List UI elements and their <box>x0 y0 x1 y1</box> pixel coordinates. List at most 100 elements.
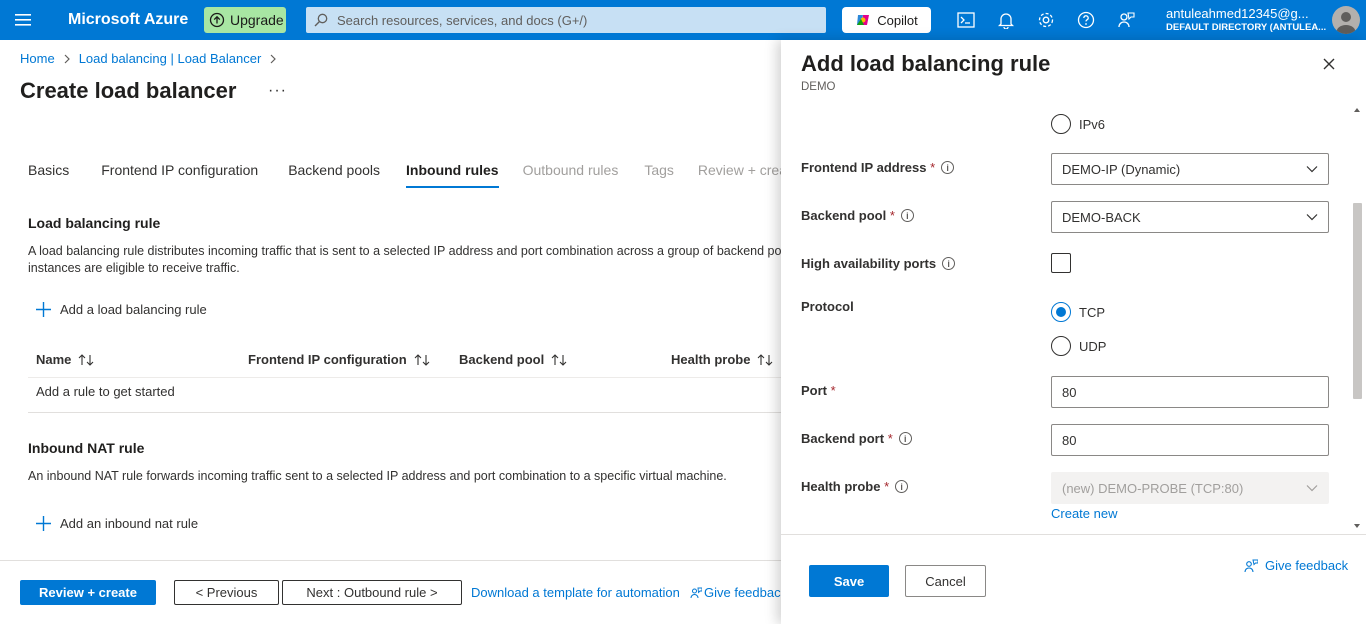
sort-arrows-icon <box>78 353 94 366</box>
column-header-backend-pool[interactable]: Backend pool <box>459 352 567 367</box>
required-marker: * <box>889 208 895 223</box>
radio-circle <box>1051 114 1071 134</box>
frontend-ip-select[interactable]: DEMO-IP (Dynamic) <box>1051 153 1329 185</box>
sort-arrows-icon <box>414 353 430 366</box>
help-question-icon[interactable] <box>1076 10 1096 30</box>
next-button[interactable]: Next : Outbound rule > <box>282 580 462 605</box>
search-input[interactable]: Search resources, services, and docs (G+… <box>306 7 826 33</box>
top-bar: Microsoft Azure Upgrade Search resources… <box>0 0 1366 40</box>
protocol-tcp-radio[interactable]: TCP <box>1051 302 1105 322</box>
scroll-down-icon[interactable] <box>1353 522 1361 530</box>
save-button[interactable]: Save <box>809 565 889 597</box>
frontend-ip-value: DEMO-IP (Dynamic) <box>1062 161 1181 177</box>
feedback-person-icon <box>690 587 702 599</box>
add-lb-rule-button[interactable]: Add a load balancing rule <box>36 302 207 317</box>
chevron-down-icon <box>1306 484 1318 492</box>
create-new-probe-link[interactable]: Create new <box>1051 506 1117 521</box>
info-icon[interactable]: i <box>895 480 909 493</box>
radio-circle <box>1051 336 1071 356</box>
backend-pool-label-text: Backend pool <box>801 208 887 223</box>
column-header-name[interactable]: Name <box>36 352 94 367</box>
upgrade-arrow-icon <box>209 12 225 28</box>
backend-port-input[interactable]: 80 <box>1051 424 1329 456</box>
chevron-down-icon <box>1306 165 1318 173</box>
empty-table-message: Add a rule to get started <box>36 384 175 399</box>
port-input[interactable]: 80 <box>1051 376 1329 408</box>
breadcrumb-home[interactable]: Home <box>20 51 55 66</box>
add-nat-rule-label: Add an inbound nat rule <box>60 516 199 531</box>
hamburger-menu-icon[interactable] <box>12 10 36 30</box>
close-icon[interactable] <box>1321 56 1337 72</box>
search-icon <box>314 13 328 27</box>
tab-frontend-ip-configuration[interactable]: Frontend IP configuration <box>101 162 258 188</box>
notifications-bell-icon[interactable] <box>996 10 1016 30</box>
column-name-label: Name <box>36 352 72 367</box>
copilot-button[interactable]: Copilot <box>842 7 931 33</box>
radio-circle-selected <box>1051 302 1071 322</box>
health-probe-label: Health probe * i <box>801 479 909 494</box>
copilot-icon <box>855 12 871 28</box>
backend-pool-select[interactable]: DEMO-BACK <box>1051 201 1329 233</box>
add-lb-rule-label: Add a load balancing rule <box>60 302 207 317</box>
tab-backend-pools[interactable]: Backend pools <box>288 162 380 188</box>
account-directory: DEFAULT DIRECTORY (ANTULEA... <box>1166 21 1326 33</box>
avatar[interactable] <box>1332 6 1360 34</box>
backend-port-label-text: Backend port <box>801 431 885 446</box>
scroll-up-icon[interactable] <box>1353 106 1361 114</box>
required-marker: * <box>830 383 836 398</box>
required-marker: * <box>884 479 890 494</box>
lb-rule-table-header: Name Frontend IP configuration Backend p… <box>28 350 788 378</box>
frontend-ip-label: Frontend IP address * i <box>801 160 955 175</box>
upgrade-button[interactable]: Upgrade <box>204 7 286 33</box>
tab-basics[interactable]: Basics <box>28 162 69 188</box>
info-icon[interactable]: i <box>898 432 912 445</box>
account-info[interactable]: antuleahmed12345@g... DEFAULT DIRECTORY … <box>1166 6 1326 33</box>
cloud-shell-icon[interactable] <box>956 10 976 30</box>
feedback-person-icon[interactable] <box>1116 10 1136 30</box>
health-probe-label-text: Health probe <box>801 479 881 494</box>
port-label: Port * <box>801 383 836 398</box>
give-feedback-link[interactable]: Give feedback <box>690 585 787 600</box>
review-create-button[interactable]: Review + create <box>20 580 156 605</box>
panel-give-feedback-link[interactable]: Give feedback <box>1244 558 1348 573</box>
backend-pool-label: Backend pool * i <box>801 208 914 223</box>
backend-port-label: Backend port * i <box>801 431 912 446</box>
settings-gear-icon[interactable] <box>1036 10 1056 30</box>
add-nat-rule-button[interactable]: Add an inbound nat rule <box>36 516 198 531</box>
protocol-udp-radio[interactable]: UDP <box>1051 336 1106 356</box>
cancel-button[interactable]: Cancel <box>905 565 986 597</box>
page-title: Create load balancer <box>20 78 237 103</box>
breadcrumb-load-balancing[interactable]: Load balancing | Load Balancer <box>79 51 262 66</box>
more-options-icon[interactable]: ··· <box>268 82 287 100</box>
backend-pool-value: DEMO-BACK <box>1062 209 1141 225</box>
panel-title: Add load balancing rule <box>801 51 1051 76</box>
column-header-frontend-ip[interactable]: Frontend IP configuration <box>248 352 430 367</box>
wizard-tabs: Basics Frontend IP configuration Backend… <box>28 162 829 188</box>
feedback-person-icon <box>1244 559 1258 573</box>
health-probe-value: (new) DEMO-PROBE (TCP:80) <box>1062 480 1244 496</box>
chevron-down-icon <box>1306 213 1318 221</box>
panel-scrollbar[interactable] <box>1350 102 1364 534</box>
upgrade-label: Upgrade <box>230 12 284 28</box>
download-template-link[interactable]: Download a template for automation <box>471 585 680 600</box>
plus-icon <box>36 516 51 531</box>
ip-version-ipv6-radio[interactable]: IPv6 <box>1051 114 1105 134</box>
previous-button[interactable]: < Previous <box>174 580 279 605</box>
column-header-health-probe[interactable]: Health probe <box>671 352 773 367</box>
chevron-right-icon <box>63 54 71 64</box>
backend-port-value: 80 <box>1062 432 1077 448</box>
tab-inbound-rules[interactable]: Inbound rules <box>406 162 499 188</box>
health-probe-select: (new) DEMO-PROBE (TCP:80) <box>1051 472 1329 504</box>
info-icon[interactable]: i <box>900 209 914 222</box>
chevron-right-icon <box>269 54 277 64</box>
udp-label: UDP <box>1079 338 1107 354</box>
column-backend-pool-label: Backend pool <box>459 352 545 367</box>
lb-rule-section-title: Load balancing rule <box>28 215 161 231</box>
copilot-label: Copilot <box>877 12 918 28</box>
scrollbar-thumb[interactable] <box>1353 203 1362 399</box>
ha-ports-checkbox[interactable] <box>1051 253 1071 273</box>
info-icon[interactable]: i <box>941 161 955 174</box>
info-icon[interactable]: i <box>942 257 956 270</box>
brand-title[interactable]: Microsoft Azure <box>68 11 188 29</box>
lb-rule-description-line1: A load balancing rule distributes incomi… <box>28 244 783 258</box>
